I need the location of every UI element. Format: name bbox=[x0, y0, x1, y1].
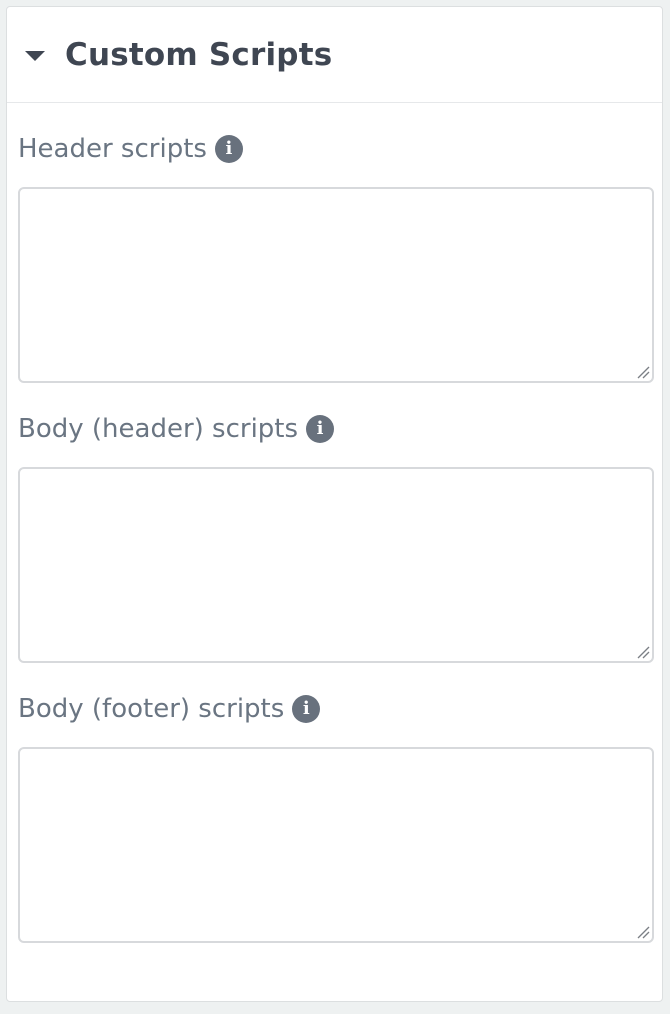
panel-header[interactable]: Custom Scripts bbox=[7, 7, 662, 103]
body-header-scripts-label-row: Body (header) scripts i bbox=[18, 409, 652, 449]
body-header-scripts-textarea-wrap bbox=[18, 467, 654, 663]
body-footer-scripts-label: Body (footer) scripts bbox=[18, 694, 285, 724]
body-header-scripts-textarea[interactable] bbox=[18, 467, 654, 663]
panel-title: Custom Scripts bbox=[65, 36, 333, 73]
body-header-scripts-field: Body (header) scripts i bbox=[18, 409, 654, 663]
body-footer-scripts-label-row: Body (footer) scripts i bbox=[18, 689, 652, 729]
header-scripts-label: Header scripts bbox=[18, 134, 207, 164]
body-footer-scripts-textarea-wrap bbox=[18, 747, 654, 943]
body-footer-scripts-field: Body (footer) scripts i bbox=[18, 689, 654, 943]
body-footer-scripts-textarea[interactable] bbox=[18, 747, 654, 943]
info-icon[interactable]: i bbox=[292, 695, 321, 723]
caret-down-icon[interactable] bbox=[25, 50, 45, 61]
resize-handle-icon[interactable] bbox=[636, 365, 650, 379]
resize-handle-icon[interactable] bbox=[636, 645, 650, 659]
body-header-scripts-label: Body (header) scripts bbox=[18, 414, 299, 444]
resize-handle-icon[interactable] bbox=[636, 925, 650, 939]
header-scripts-textarea[interactable] bbox=[18, 187, 654, 383]
info-icon[interactable]: i bbox=[214, 135, 243, 163]
header-scripts-label-row: Header scripts i bbox=[18, 129, 652, 169]
custom-scripts-panel: Custom Scripts Header scripts i Body (he… bbox=[6, 6, 663, 1002]
header-scripts-textarea-wrap bbox=[18, 187, 654, 383]
header-scripts-field: Header scripts i bbox=[18, 129, 654, 383]
info-icon[interactable]: i bbox=[306, 415, 335, 443]
panel-body: Header scripts i Body (header) scripts i bbox=[7, 129, 662, 943]
